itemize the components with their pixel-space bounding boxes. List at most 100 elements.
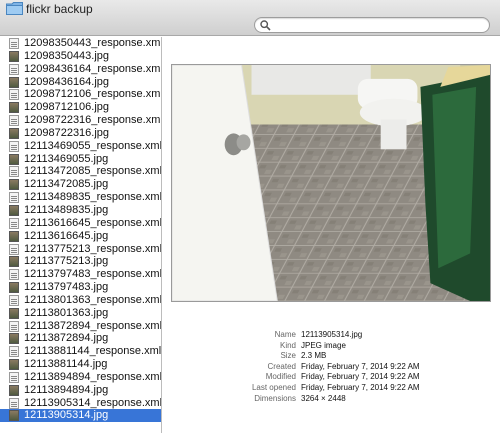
file-list-item[interactable]: 12113775213.jpg — [0, 255, 161, 268]
info-value: 3264 × 2448 — [301, 393, 346, 403]
image-file-icon — [9, 384, 19, 396]
file-list-item[interactable]: 12113881144.jpg — [0, 358, 161, 371]
image-file-icon — [9, 410, 19, 422]
info-value: Friday, February 7, 2014 9:22 AM — [301, 382, 420, 392]
file-name: 12098722316_response.xml — [24, 114, 162, 127]
file-name: 12113797483.jpg — [24, 281, 109, 294]
file-name: 12113775213.jpg — [24, 255, 109, 268]
file-list-item[interactable]: 12113775213_response.xml — [0, 243, 161, 256]
file-list-item[interactable]: 12113469055_response.xml — [0, 140, 161, 153]
file-name: 12113797483_response.xml — [24, 268, 162, 281]
file-name: 12098712106.jpg — [24, 101, 110, 114]
file-list-item[interactable]: 12113472085.jpg — [0, 178, 161, 191]
file-list-item[interactable]: 12098436164_response.xml — [0, 63, 161, 76]
info-row: Dimensions 3264 × 2448 — [163, 394, 500, 405]
info-row: Name 12113905314.jpg — [163, 330, 500, 341]
info-row: Size 2.3 MB — [163, 351, 500, 362]
file-name: 12113894894.jpg — [24, 383, 109, 396]
file-name: 12113616645.jpg — [24, 229, 109, 242]
file-list-item[interactable]: 12098350443_response.xml — [0, 37, 161, 50]
xml-file-icon — [9, 38, 19, 49]
file-list-item[interactable]: 12113797483.jpg — [0, 281, 161, 294]
file-list-item[interactable]: 12113872894_response.xml — [0, 320, 161, 333]
info-value: JPEG image — [301, 340, 346, 350]
xml-file-icon — [9, 320, 19, 332]
file-list-item[interactable]: 12098436164.jpg — [0, 76, 161, 89]
file-name: 12113469055.jpg — [24, 152, 109, 165]
file-list-item[interactable]: 12113472085_response.xml — [0, 165, 161, 178]
file-name: 12113472085_response.xml — [24, 165, 162, 178]
xml-file-icon — [9, 63, 19, 75]
file-list-item[interactable]: 12113489835_response.xml — [0, 191, 161, 204]
file-list-item[interactable]: 12113469055.jpg — [0, 153, 161, 166]
search-icon — [260, 20, 271, 31]
file-list-item[interactable]: 12113905314_response.xml — [0, 397, 161, 410]
file-name: 12098712106_response.xml — [24, 88, 162, 101]
file-name: 12113872894_response.xml — [24, 319, 162, 332]
xml-file-icon — [9, 346, 19, 358]
file-list-item[interactable]: 12113905314.jpg — [0, 409, 161, 423]
image-file-icon — [9, 204, 19, 216]
xml-file-icon — [9, 140, 19, 152]
file-list-item[interactable]: 12098722316.jpg — [0, 127, 161, 140]
xml-file-icon — [9, 371, 19, 383]
image-file-icon — [9, 153, 19, 165]
image-file-icon — [9, 50, 19, 62]
file-name: 12113894894_response.xml — [24, 370, 162, 383]
xml-file-icon — [9, 217, 19, 229]
info-label: Created — [267, 361, 296, 371]
file-list-item[interactable]: 12113797483_response.xml — [0, 268, 161, 281]
file-name: 12113801363.jpg — [24, 306, 109, 319]
search-field[interactable] — [254, 17, 490, 33]
file-list-item[interactable]: 12113801363_response.xml — [0, 294, 161, 307]
info-value: 12113905314.jpg — [301, 330, 363, 339]
file-list-item[interactable]: 12113616645.jpg — [0, 230, 161, 243]
file-name: 12098722316.jpg — [24, 126, 110, 139]
info-row: Created Friday, February 7, 2014 9:22 AM — [163, 362, 500, 373]
file-list[interactable]: 12098350443_response.xml 12098350443.jpg 1… — [0, 37, 162, 433]
info-label: Last opened — [251, 382, 296, 392]
info-value: Friday, February 7, 2014 9:22 AM — [301, 372, 420, 382]
file-list-item[interactable]: 12113616645_response.xml — [0, 217, 161, 230]
file-list-item[interactable]: 12113894894_response.xml — [0, 371, 161, 384]
folder-icon — [6, 2, 23, 15]
file-name: 12113489835_response.xml — [24, 191, 162, 204]
file-name: 12113881144_response.xml — [24, 345, 162, 358]
xml-file-icon — [9, 89, 19, 101]
xml-file-icon — [9, 243, 19, 255]
image-file-icon — [9, 76, 19, 88]
info-label: Dimensions — [254, 393, 296, 403]
file-name: 12098436164_response.xml — [24, 62, 162, 75]
xml-file-icon — [9, 397, 19, 409]
image-file-icon — [9, 359, 19, 371]
file-name: 12113616645_response.xml — [24, 216, 162, 229]
file-list-item[interactable]: 12098712106_response.xml — [0, 88, 161, 101]
file-name: 12113469055_response.xml — [24, 139, 162, 152]
image-file-icon — [9, 282, 19, 294]
file-name: 12113905314.jpg — [24, 409, 109, 422]
file-list-item[interactable]: 12113872894.jpg — [0, 332, 161, 345]
file-info: Name 12113905314.jpg Kind JPEG image Size 2.3… — [163, 330, 500, 404]
image-file-icon — [9, 179, 19, 191]
image-file-icon — [9, 127, 19, 139]
file-list-item[interactable]: 12113801363.jpg — [0, 307, 161, 320]
search-input[interactable] — [275, 19, 480, 31]
xml-file-icon — [9, 269, 19, 281]
file-name: 12113881144.jpg — [24, 358, 108, 371]
file-name: 12113775213_response.xml — [24, 242, 162, 255]
preview-image — [171, 64, 491, 302]
window-title: flickr backup — [26, 2, 93, 16]
xml-file-icon — [9, 294, 19, 306]
file-list-item[interactable]: 12098350443.jpg — [0, 50, 161, 63]
image-file-icon — [9, 230, 19, 242]
info-label: Modified — [265, 372, 296, 382]
image-file-icon — [9, 102, 19, 114]
file-list-item[interactable]: 12098712106.jpg — [0, 101, 161, 114]
file-list-item[interactable]: 12098722316_response.xml — [0, 114, 161, 127]
file-list-item[interactable]: 12113881144_response.xml — [0, 345, 161, 358]
file-list-item[interactable]: 12113489835.jpg — [0, 204, 161, 217]
info-value: Friday, February 7, 2014 9:22 AM — [301, 361, 420, 371]
xml-file-icon — [9, 166, 19, 178]
xml-file-icon — [9, 115, 19, 127]
file-list-item[interactable]: 12113894894.jpg — [0, 384, 161, 397]
